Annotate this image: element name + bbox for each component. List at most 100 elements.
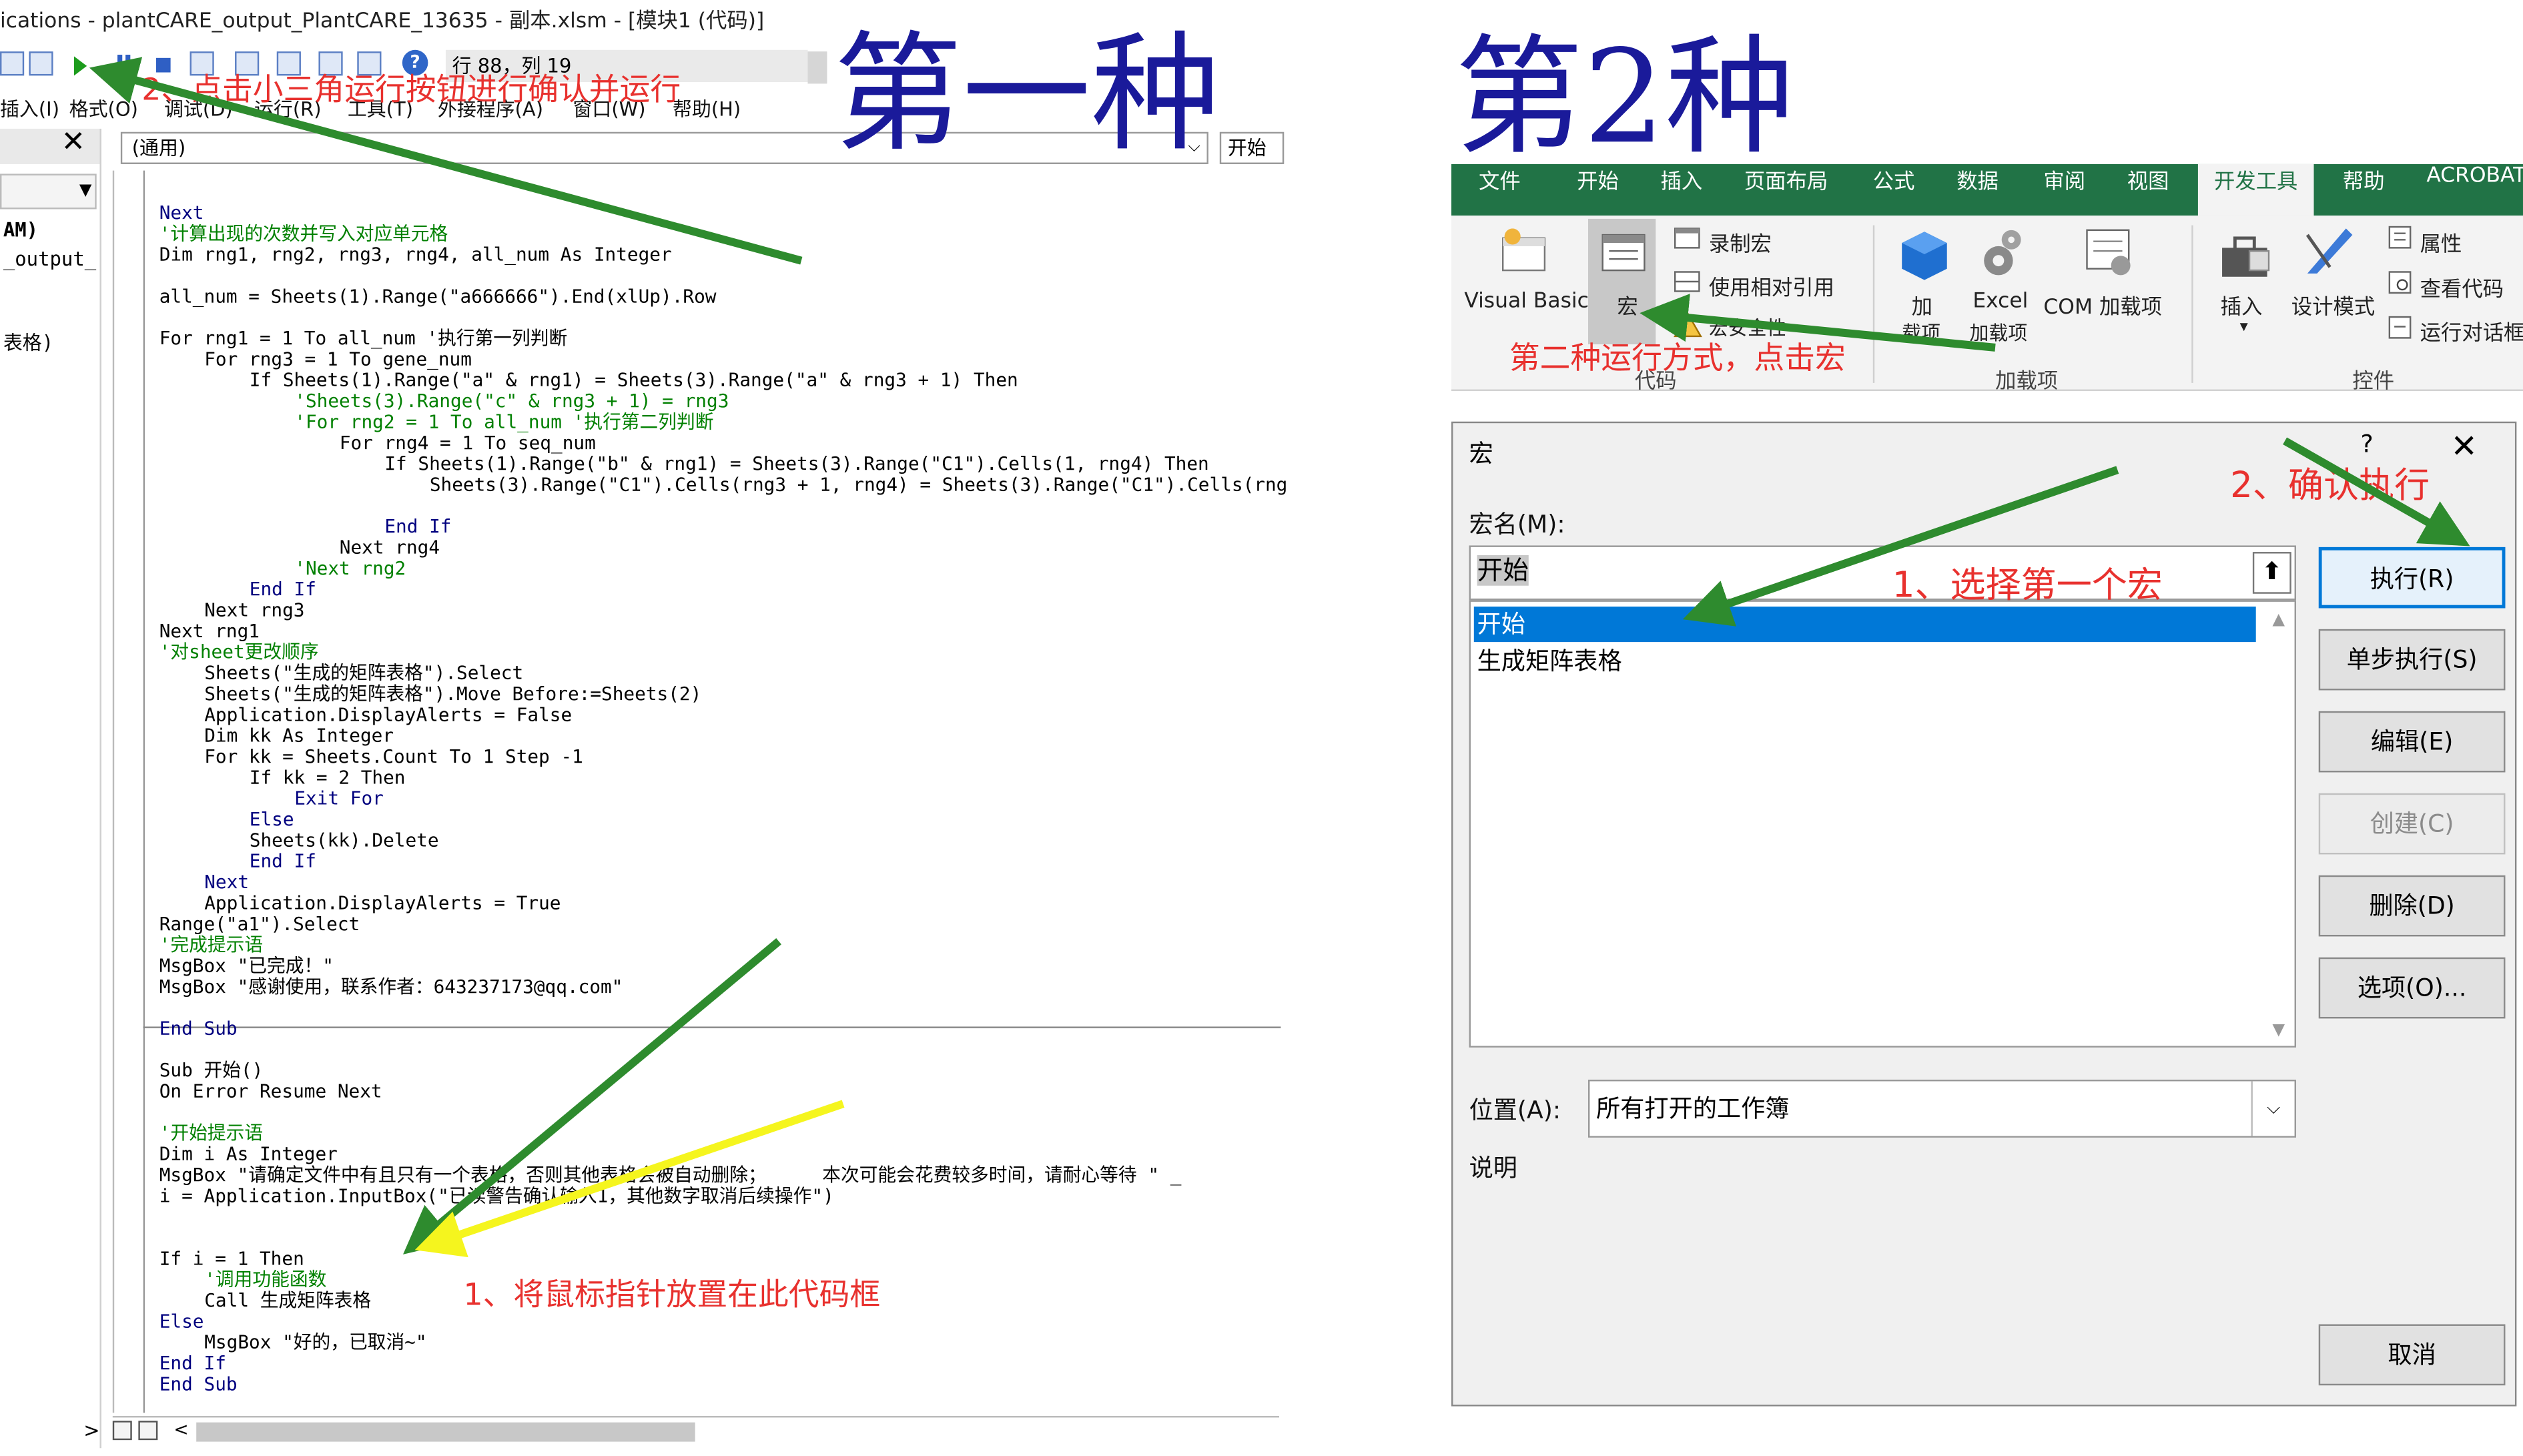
create-button[interactable]: 创建(C) <box>2318 793 2506 855</box>
chevron-down-icon: ⌵ <box>2251 1081 2294 1136</box>
procedure-combo[interactable]: 开始 <box>1219 131 1285 164</box>
visual-basic-icon[interactable] <box>1497 228 1555 276</box>
options-button[interactable]: 选项(O)... <box>2318 957 2506 1019</box>
record-macro-button[interactable]: 录制宏 <box>1709 227 1772 258</box>
code-line: '完成提示语 <box>159 933 264 956</box>
list-item[interactable]: 生成矩阵表格 <box>1474 644 2256 679</box>
location-select[interactable]: 所有打开的工作簿 ⌵ <box>1588 1080 2296 1138</box>
code-gutter <box>114 170 145 1413</box>
run-button[interactable]: 执行(R) <box>2318 547 2506 609</box>
com-addins-button[interactable]: COM 加载项 <box>2043 290 2162 320</box>
code-line: MsgBox "感谢使用，联系作者：643237173@qq.com" <box>159 975 623 998</box>
tab-file[interactable]: 文件 <box>1479 164 1521 216</box>
code-line: Next rng1 <box>159 619 260 643</box>
redo-icon[interactable] <box>29 51 53 76</box>
undo-icon[interactable] <box>0 51 25 76</box>
code-line: Range("a1").Select <box>159 912 360 935</box>
design-mode-icon[interactable] <box>2301 226 2359 284</box>
break-button[interactable] <box>116 53 139 76</box>
list-item[interactable]: 开始 <box>1473 607 2256 643</box>
scroll-up-icon[interactable]: ▲ <box>2273 611 2285 629</box>
help-icon[interactable]: ? <box>2360 430 2373 458</box>
macro-list[interactable]: 开始 生成矩阵表格 ▲ ▼ <box>1469 600 2296 1048</box>
annotation-cursor-step: 1、将鼠标指针放置在此代码框 <box>463 1277 881 1313</box>
horizontal-scrollbar[interactable] <box>196 1422 695 1442</box>
project-item[interactable]: AM) <box>3 219 38 242</box>
delete-button[interactable]: 删除(D) <box>2318 875 2506 937</box>
addins-button[interactable]: 加 <box>1912 290 1932 320</box>
code-line: Sheets("生成的矩阵表格").Select <box>204 661 524 684</box>
com-addins-icon[interactable] <box>2082 226 2137 280</box>
full-module-view-icon[interactable] <box>138 1421 158 1441</box>
visual-basic-button[interactable]: Visual Basic <box>1464 290 1589 314</box>
code-line: If i = 1 Then <box>159 1246 304 1270</box>
close-icon[interactable]: ✕ <box>2450 426 2477 465</box>
procedure-view-icon[interactable] <box>112 1421 132 1441</box>
code-line: If Sheets(1).Range("a" & rng1) = Sheets(… <box>249 368 1018 391</box>
macro-icon[interactable] <box>1599 232 1648 277</box>
scroll-left-icon[interactable]: < <box>173 1419 188 1440</box>
tab-data[interactable]: 数据 <box>1956 164 1999 216</box>
excel-addins-button[interactable]: Excel <box>1972 290 2028 314</box>
tab-insert[interactable]: 插入 <box>1661 164 1703 216</box>
project-pane-dropdown[interactable]: ▼ <box>0 173 97 210</box>
project-item[interactable]: 表格) <box>3 328 53 356</box>
tab-developer[interactable]: 开发工具 <box>2197 163 2314 216</box>
step-into-button[interactable]: 单步执行(S) <box>2318 629 2506 691</box>
up-arrow-icon[interactable]: ⬆ <box>2252 552 2291 594</box>
tab-home[interactable]: 开始 <box>1577 164 1619 216</box>
code-line: End If <box>249 849 316 872</box>
toolbox-icon[interactable] <box>2217 228 2275 283</box>
view-code-button[interactable]: 查看代码 <box>2420 272 2504 302</box>
view-code-icon <box>2388 271 2412 294</box>
relative-reference-button[interactable]: 使用相对引用 <box>1709 270 1834 301</box>
code-line: Dim kk As Integer <box>204 724 394 747</box>
tab-help[interactable]: 帮助 <box>2343 164 2385 216</box>
macro-name-input[interactable]: 开始 ⬆ <box>1469 545 2296 601</box>
cancel-button[interactable]: 取消 <box>2318 1324 2506 1386</box>
code-line: End Sub <box>159 1372 238 1395</box>
edit-button[interactable]: 编辑(E) <box>2318 711 2506 773</box>
code-line: Dim i As Integer <box>159 1142 338 1165</box>
run-dialog-button[interactable]: 运行对话框 <box>2420 316 2523 346</box>
code-line: MsgBox "请确定文件中有且只有一个表格，否则其他表格会被自动删除； 本次可… <box>159 1163 1182 1186</box>
design-mode-button[interactable]: 设计模式 <box>2291 290 2375 320</box>
record-macro-icon <box>1674 228 1700 249</box>
code-line: For rng4 = 1 To seq_num <box>339 431 596 454</box>
code-editor[interactable]: Next '计算出现的次数并写入对应单元格 Dim rng1, rng2, rng3… <box>112 170 1287 1413</box>
code-line: For kk = Sheets.Count To 1 Step -1 <box>204 745 583 768</box>
insert-control-button[interactable]: 插入 <box>2221 290 2263 320</box>
code-line: Sub 开始() <box>159 1058 264 1082</box>
run-button[interactable] <box>73 56 87 76</box>
code-line: Call 生成矩阵表格 <box>204 1289 372 1312</box>
menu-insert[interactable]: 插入(I) <box>0 95 59 122</box>
code-line: Else <box>249 807 294 831</box>
toolbar-scroll[interactable] <box>807 51 827 84</box>
tab-page-layout[interactable]: 页面布局 <box>1744 164 1828 216</box>
tab-formulas[interactable]: 公式 <box>1873 164 1915 216</box>
chevron-down-icon: ▾ <box>2239 318 2248 336</box>
run-dialog-icon <box>2388 316 2412 339</box>
code-line: MsgBox "好的，已取消~" <box>204 1331 427 1353</box>
scroll-down-icon[interactable]: ▼ <box>2273 1022 2285 1040</box>
scroll-right-icon[interactable]: > <box>0 1419 99 1445</box>
ribbon-separator <box>1872 225 1875 383</box>
code-line: For rng1 = 1 To all_num '执行第一列判断 <box>159 326 568 350</box>
code-line: 'Next rng2 <box>294 557 406 580</box>
macro-button[interactable]: 宏 <box>1617 290 1638 320</box>
menu-help[interactable]: 帮助(H) <box>673 95 741 122</box>
close-icon[interactable]: ✕ <box>61 125 85 159</box>
tab-review[interactable]: 审阅 <box>2043 164 2085 216</box>
project-item[interactable]: _output_ <box>3 248 96 270</box>
menu-format[interactable]: 格式(O) <box>69 95 138 122</box>
code-line: Next rng3 <box>204 599 305 621</box>
addins-button-line2: 载项 <box>1902 322 1941 345</box>
gear-icon[interactable] <box>1976 226 2024 280</box>
addins-icon[interactable] <box>1898 228 1950 283</box>
tab-view[interactable]: 视图 <box>2127 164 2169 216</box>
code-line: '开始提示语 <box>159 1121 264 1144</box>
annotation-run-step: 2、点击小三角运行按钮进行确认并运行 <box>141 72 681 108</box>
code-statusbar: < <box>112 1415 1280 1447</box>
properties-button[interactable]: 属性 <box>2420 227 2462 258</box>
tab-acrobat[interactable]: ACROBAT <box>2426 164 2523 216</box>
